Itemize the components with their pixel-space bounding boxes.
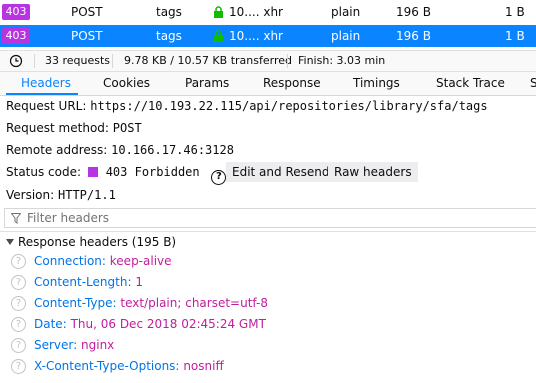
remote-address-label: Remote address: xyxy=(6,143,108,157)
request-transferred: 196 B xyxy=(396,5,431,19)
header-value: nginx xyxy=(81,338,115,352)
version-line: Version: HTTP/1.1 xyxy=(6,185,116,205)
header-name: Content-Type: xyxy=(34,296,117,310)
request-file: 10.... xhr xyxy=(229,5,283,19)
filter-headers-input[interactable] xyxy=(27,210,517,226)
help-icon[interactable]: ? xyxy=(11,275,26,290)
version-value: HTTP/1.1 xyxy=(58,188,116,202)
request-url-label: Request URL: xyxy=(6,99,87,113)
header-row: ? Server: nginx xyxy=(0,335,536,356)
header-name: X-Content-Type-Options: xyxy=(34,359,180,373)
request-type: plain xyxy=(331,5,361,19)
tab-timings[interactable]: Timings xyxy=(353,72,400,96)
header-value: Thu, 06 Dec 2018 02:45:24 GMT xyxy=(70,317,266,331)
filter-box xyxy=(4,208,536,228)
request-url-line: Request URL: https://10.193.22.115/api/r… xyxy=(6,96,488,116)
header-name: Connection: xyxy=(34,254,106,268)
raw-headers-button[interactable]: Raw headers xyxy=(328,162,418,182)
request-url-value: https://10.193.22.115/api/repositories/l… xyxy=(90,99,488,113)
response-headers-toggle[interactable]: Response headers (195 B) xyxy=(0,231,536,251)
request-method-line: Request method: POST xyxy=(6,118,142,138)
lock-icon xyxy=(214,30,223,42)
summary-bar: 33 requests 9.78 KB / 10.57 KB transferr… xyxy=(0,50,536,72)
filter-icon xyxy=(11,213,21,224)
tab-stack-trace[interactable]: Stack Trace xyxy=(436,72,505,96)
request-row[interactable]: 403 POST tags 10.... xhr plain 196 B 1 B xyxy=(0,1,536,23)
divider xyxy=(112,54,113,68)
request-domain: tags xyxy=(156,29,182,43)
lock-icon xyxy=(214,6,223,18)
status-badge: 403 xyxy=(2,4,30,20)
request-domain: tags xyxy=(156,5,182,19)
edit-resend-button[interactable]: Edit and Resend xyxy=(226,162,336,182)
status-badge: 403 xyxy=(2,28,30,44)
header-row: ? X-Content-Type-Options: nosniff xyxy=(0,356,536,377)
request-size: 1 B xyxy=(505,29,525,43)
request-method-label: Request method: xyxy=(6,121,109,135)
request-transferred: 196 B xyxy=(396,29,431,43)
divider xyxy=(287,54,288,68)
header-name: Server: xyxy=(34,338,78,352)
header-value: nosniff xyxy=(183,359,224,373)
status-code-value: 403 Forbidden xyxy=(105,165,200,179)
header-name: Date: xyxy=(34,317,67,331)
help-icon[interactable]: ? xyxy=(11,317,26,332)
details-tabs: Headers Cookies Params Response Timings … xyxy=(0,72,536,96)
remote-address-line: Remote address: 10.166.17.46:3128 xyxy=(6,140,234,160)
divider xyxy=(34,54,35,68)
twisty-icon xyxy=(6,239,14,245)
help-icon[interactable]: ? xyxy=(11,254,26,269)
reload-icon[interactable] xyxy=(9,54,23,68)
help-icon[interactable]: ? xyxy=(11,359,26,374)
request-file: 10.... xhr xyxy=(229,29,283,43)
transferred-total: 9.78 KB / 10.57 KB transferred xyxy=(124,54,292,67)
request-size: 1 B xyxy=(505,5,525,19)
header-value: 1 xyxy=(135,275,143,289)
help-icon[interactable]: ? xyxy=(211,170,227,185)
tab-response[interactable]: Response xyxy=(263,72,321,96)
tab-params[interactable]: Params xyxy=(185,72,229,96)
finish-time: Finish: 3.03 min xyxy=(298,54,386,67)
remote-address-value: 10.166.17.46:3128 xyxy=(111,143,234,157)
tab-security[interactable]: S xyxy=(530,72,536,96)
help-icon[interactable]: ? xyxy=(11,338,26,353)
request-method: POST xyxy=(71,5,103,19)
request-count: 33 requests xyxy=(45,54,111,67)
status-code-line: Status code: 403 Forbidden ? xyxy=(6,162,227,185)
tab-cookies[interactable]: Cookies xyxy=(103,72,150,96)
version-label: Version: xyxy=(6,188,55,202)
request-row-selected[interactable]: 403 POST tags 10.... xhr plain 196 B 1 B xyxy=(0,25,536,47)
help-icon[interactable]: ? xyxy=(11,296,26,311)
header-row: ? Date: Thu, 06 Dec 2018 02:45:24 GMT xyxy=(0,314,536,335)
header-value: text/plain; charset=utf-8 xyxy=(120,296,268,310)
header-value: keep-alive xyxy=(109,254,172,268)
status-indicator xyxy=(87,167,98,177)
active-tab-indicator xyxy=(6,93,78,95)
request-method-value: POST xyxy=(112,121,142,135)
header-name: Content-Length: xyxy=(34,275,132,289)
header-row: ? Content-Type: text/plain; charset=utf-… xyxy=(0,293,536,314)
response-headers-title: Response headers (195 B) xyxy=(18,235,177,249)
status-code-label: Status code: xyxy=(6,165,82,179)
header-row: ? Connection: keep-alive xyxy=(0,251,536,272)
request-method: POST xyxy=(71,29,103,43)
request-type: plain xyxy=(331,29,361,43)
header-row: ? Content-Length: 1 xyxy=(0,272,536,293)
